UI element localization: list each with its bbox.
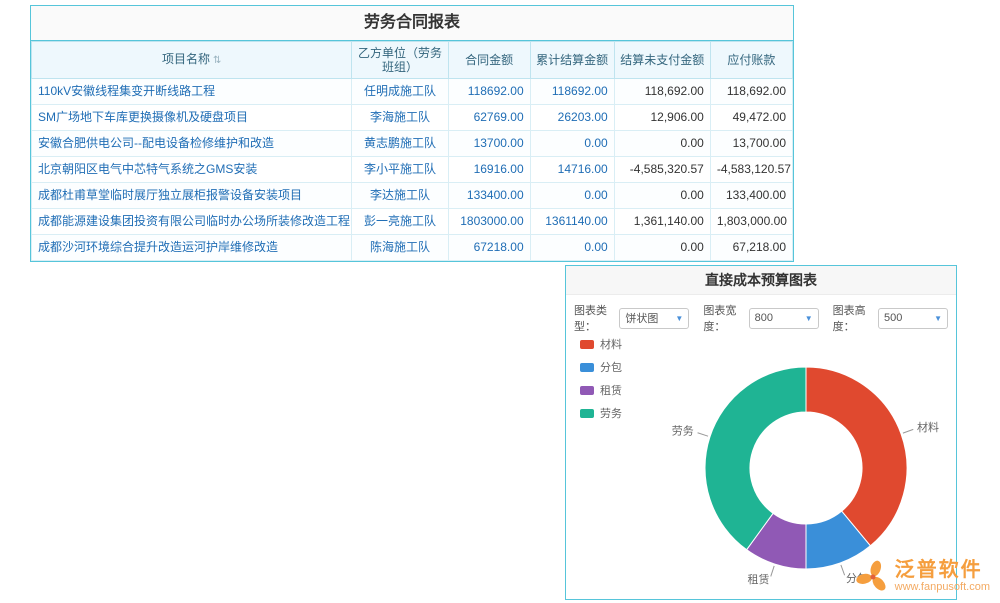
- chart-panel-title: 直接成本预算图表: [566, 266, 956, 295]
- legend-chip-icon: [580, 363, 594, 372]
- column-header: 结算未支付金额: [614, 42, 710, 79]
- table-cell: 118692.00: [530, 79, 614, 105]
- slice-label: 劳务: [672, 425, 694, 438]
- table-row: 北京朝阳区电气中芯特气系统之GMS安装李小平施工队16916.0014716.0…: [32, 157, 793, 183]
- chart-legend: 材料分包租赁劳务: [580, 336, 622, 421]
- table-row: 安徽合肥供电公司--配电设备检修维护和改造黄志鹏施工队13700.000.000…: [32, 131, 793, 157]
- table-cell: 12,906.00: [614, 105, 710, 131]
- report-header-row: 项目名称⇅乙方单位（劳务班组）合同金额累计结算金额结算未支付金额应付账款: [32, 42, 793, 79]
- project-name-cell[interactable]: SM广场地下车库更换摄像机及硬盘项目: [32, 105, 352, 131]
- legend-item-2[interactable]: 租赁: [580, 382, 622, 398]
- column-header: 应付账款: [710, 42, 792, 79]
- table-cell: 13700.00: [448, 131, 530, 157]
- column-header[interactable]: 项目名称⇅: [32, 42, 352, 79]
- table-cell: -4,585,320.57: [614, 157, 710, 183]
- donut-chart: 材料分包租赁劳务: [566, 324, 956, 598]
- table-cell: 118,692.00: [710, 79, 792, 105]
- table-cell: 彭一亮施工队: [352, 209, 448, 235]
- table-cell: 14716.00: [530, 157, 614, 183]
- table-cell: 67218.00: [448, 235, 530, 261]
- chart-area: 材料分包租赁劳务: [566, 324, 956, 598]
- label-line: [903, 429, 913, 433]
- report-title: 劳务合同报表: [31, 6, 793, 41]
- table-cell: 118,692.00: [614, 79, 710, 105]
- legend-chip-icon: [580, 340, 594, 349]
- project-name-cell[interactable]: 成都杜甫草堂临时展厅独立展柜报警设备安装项目: [32, 183, 352, 209]
- select-value: 800: [755, 312, 773, 324]
- table-cell: 1,361,140.00: [614, 209, 710, 235]
- project-name-cell[interactable]: 北京朝阳区电气中芯特气系统之GMS安装: [32, 157, 352, 183]
- table-cell: 67,218.00: [710, 235, 792, 261]
- legend-label: 劳务: [600, 405, 622, 421]
- table-cell: 0.00: [530, 131, 614, 157]
- column-header: 合同金额: [448, 42, 530, 79]
- legend-item-0[interactable]: 材料: [580, 336, 622, 352]
- table-cell: 118692.00: [448, 79, 530, 105]
- column-header: 累计结算金额: [530, 42, 614, 79]
- table-cell: 133400.00: [448, 183, 530, 209]
- table-cell: 0.00: [614, 235, 710, 261]
- table-cell: 62769.00: [448, 105, 530, 131]
- table-row: 110kV安徽线程集变开断线路工程任明成施工队118692.00118692.0…: [32, 79, 793, 105]
- slice-label: 材料: [917, 420, 939, 434]
- pie-slice-0[interactable]: [806, 367, 907, 546]
- table-cell: 49,472.00: [710, 105, 792, 131]
- table-row: SM广场地下车库更换摄像机及硬盘项目李海施工队62769.0026203.001…: [32, 105, 793, 131]
- fanpu-logo-icon: [856, 560, 890, 594]
- project-name-cell[interactable]: 成都能源建设集团投资有限公司临时办公场所装修改造工程EPC: [32, 209, 352, 235]
- sort-icon[interactable]: ⇅: [213, 55, 221, 66]
- watermark: 泛普软件 www.fanpusoft.com: [856, 559, 990, 594]
- watermark-url: www.fanpusoft.com: [895, 581, 990, 594]
- table-cell: 0.00: [530, 183, 614, 209]
- table-cell: 李小平施工队: [352, 157, 448, 183]
- select-value: 500: [884, 312, 902, 324]
- table-cell: 0.00: [530, 235, 614, 261]
- label-line: [841, 565, 845, 575]
- table-row: 成都沙河环境综合提升改造运河护岸维修改造陈海施工队67218.000.000.0…: [32, 235, 793, 261]
- table-cell: 李达施工队: [352, 183, 448, 209]
- legend-item-1[interactable]: 分包: [580, 359, 622, 375]
- legend-label: 分包: [600, 359, 622, 375]
- table-cell: 0.00: [614, 131, 710, 157]
- table-cell: 黄志鹏施工队: [352, 131, 448, 157]
- project-name-cell[interactable]: 成都沙河环境综合提升改造运河护岸维修改造: [32, 235, 352, 261]
- table-cell: 16916.00: [448, 157, 530, 183]
- chevron-down-icon: ▼: [805, 314, 813, 323]
- table-cell: 26203.00: [530, 105, 614, 131]
- legend-item-3[interactable]: 劳务: [580, 405, 622, 421]
- table-cell: 李海施工队: [352, 105, 448, 131]
- direct-cost-chart-panel: 直接成本预算图表 图表类型：饼状图▼图表宽度：800▼图表高度：500▼ 材料分…: [565, 265, 957, 600]
- label-line: [771, 566, 774, 576]
- report-body: 110kV安徽线程集变开断线路工程任明成施工队118692.00118692.0…: [32, 79, 793, 261]
- project-name-cell[interactable]: 安徽合肥供电公司--配电设备检修维护和改造: [32, 131, 352, 157]
- legend-label: 租赁: [600, 382, 622, 398]
- table-cell: 133,400.00: [710, 183, 792, 209]
- table-cell: 1361140.00: [530, 209, 614, 235]
- table-cell: 13,700.00: [710, 131, 792, 157]
- table-row: 成都杜甫草堂临时展厅独立展柜报警设备安装项目李达施工队133400.000.00…: [32, 183, 793, 209]
- label-line: [698, 433, 708, 436]
- report-table: 项目名称⇅乙方单位（劳务班组）合同金额累计结算金额结算未支付金额应付账款 110…: [31, 41, 793, 261]
- watermark-text: 泛普软件 www.fanpusoft.com: [895, 559, 990, 594]
- chevron-down-icon: ▼: [675, 314, 683, 323]
- table-row: 成都能源建设集团投资有限公司临时办公场所装修改造工程EPC彭一亮施工队18030…: [32, 209, 793, 235]
- slice-label: 租赁: [748, 572, 770, 586]
- project-name-cell[interactable]: 110kV安徽线程集变开断线路工程: [32, 79, 352, 105]
- table-cell: 1803000.00: [448, 209, 530, 235]
- table-cell: 陈海施工队: [352, 235, 448, 261]
- legend-chip-icon: [580, 386, 594, 395]
- table-cell: 1,803,000.00: [710, 209, 792, 235]
- table-cell: -4,583,120.57: [710, 157, 792, 183]
- column-header: 乙方单位（劳务班组）: [352, 42, 448, 79]
- legend-label: 材料: [600, 336, 622, 352]
- legend-chip-icon: [580, 409, 594, 418]
- labor-contract-report: 劳务合同报表 项目名称⇅乙方单位（劳务班组）合同金额累计结算金额结算未支付金额应…: [30, 5, 794, 262]
- table-cell: 任明成施工队: [352, 79, 448, 105]
- chevron-down-icon: ▼: [934, 314, 942, 323]
- watermark-brand: 泛普软件: [895, 559, 990, 581]
- table-cell: 0.00: [614, 183, 710, 209]
